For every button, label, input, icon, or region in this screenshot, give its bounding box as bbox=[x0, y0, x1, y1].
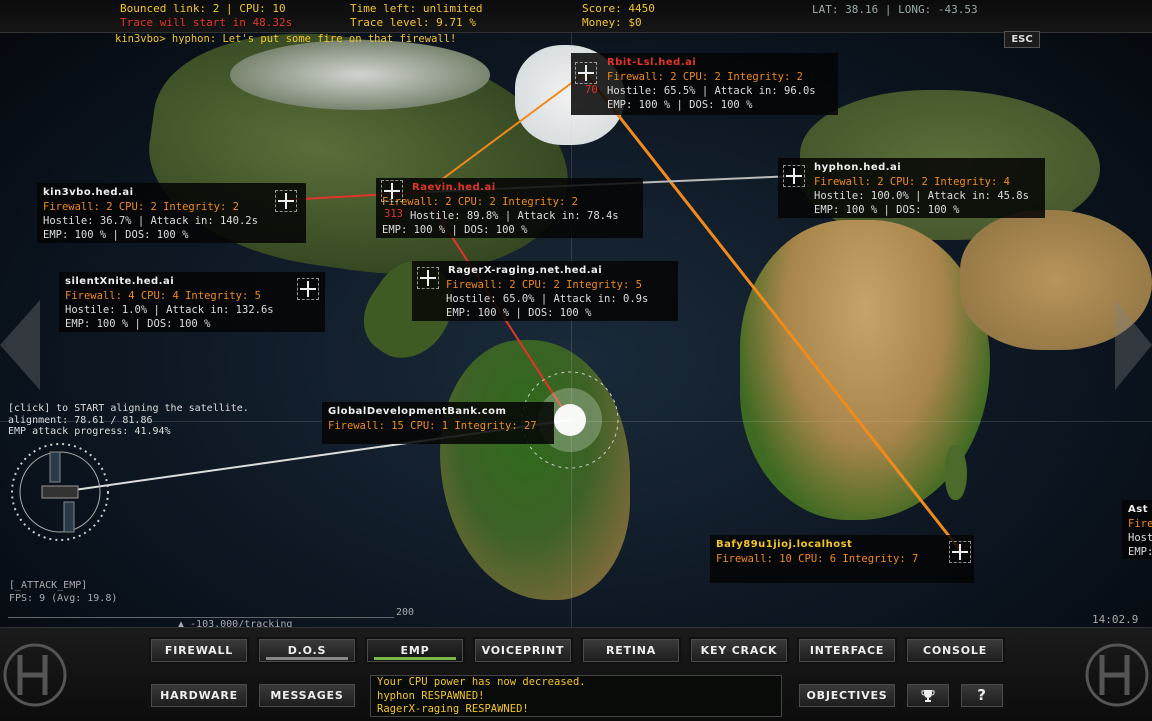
target-crosshair-icon[interactable] bbox=[297, 278, 319, 300]
node-name: RagerX-raging.net.hed.ai bbox=[448, 265, 603, 276]
fps-graph-max: 200 bbox=[396, 607, 415, 618]
node-rbit[interactable]: Rbit-Lsl.hed.ai Firewall: 2 CPU: 2 Integ… bbox=[571, 53, 838, 115]
target-crosshair-icon[interactable] bbox=[783, 165, 805, 187]
trophy-icon bbox=[921, 690, 935, 702]
firewall-button[interactable]: FIREWALL bbox=[151, 639, 247, 662]
node-hostile: Hostile: 100.0% | Attack in: 45.8s bbox=[814, 190, 1029, 202]
game-logo-icon bbox=[1085, 643, 1149, 707]
top-status-bar: Bounced link: 2 | CPU: 10 Trace will sta… bbox=[0, 0, 1152, 33]
satellite-dish-icon[interactable] bbox=[12, 444, 108, 540]
node-name: Ast bbox=[1128, 504, 1148, 515]
node-stats: Firewall: 15 CPU: 1 Integrity: 27 bbox=[328, 420, 537, 432]
node-name: kin3vbo.hed.ai bbox=[43, 187, 134, 198]
help-button[interactable]: ? bbox=[961, 684, 1003, 707]
target-crosshair-icon[interactable] bbox=[381, 180, 403, 202]
esc-button[interactable]: ESC bbox=[1004, 31, 1040, 48]
node-hyphon[interactable]: hyphon.hed.ai Firewall: 2 CPU: 2 Integri… bbox=[778, 158, 1045, 218]
node-kin3vbo[interactable]: kin3vbo.hed.ai Firewall: 2 CPU: 2 Integr… bbox=[37, 183, 306, 243]
satellite-status: [click] to START aligning the satellite.… bbox=[8, 403, 249, 438]
node-emp-dos: EMP: 100 % | DOS: 100 % bbox=[446, 307, 592, 319]
key-crack-button[interactable]: KEY CRACK bbox=[691, 639, 787, 662]
target-crosshair-icon[interactable] bbox=[275, 190, 297, 212]
console-button[interactable]: CONSOLE bbox=[907, 639, 1003, 662]
node-stats: Firewall: 2 CPU: 2 Integrity: 2 bbox=[43, 201, 239, 213]
dos-button[interactable]: D.O.S bbox=[259, 639, 355, 662]
node-stats: Fire bbox=[1128, 518, 1152, 530]
score: Score: 4450 bbox=[582, 2, 655, 15]
target-crosshair-icon[interactable] bbox=[949, 541, 971, 563]
node-raevin[interactable]: Raevin.hed.ai Firewall: 2 CPU: 2 Integri… bbox=[376, 178, 643, 238]
node-global-development-bank[interactable]: GlobalDevelopmentBank.com Firewall: 15 C… bbox=[322, 402, 554, 444]
node-emp-dos: EMP: 100 % | DOS: 100 % bbox=[814, 204, 960, 216]
trace-level: Trace level: 9.71 % bbox=[350, 16, 476, 29]
fps-graph-baseline bbox=[8, 617, 394, 618]
retina-button[interactable]: RETINA bbox=[583, 639, 679, 662]
messages-button[interactable]: MESSAGES bbox=[259, 684, 355, 707]
chat-line: kin3vbo> hyphon: Let's put some fire on … bbox=[115, 33, 457, 45]
message-line: RagerX-raging RESPAWNED! bbox=[377, 703, 529, 715]
node-counter: 313 bbox=[384, 208, 403, 220]
satellite-alignment: alignment: 78.61 / 81.86 bbox=[8, 414, 153, 426]
node-name: hyphon.hed.ai bbox=[814, 162, 902, 173]
node-hostile: Hostile: 65.0% | Attack in: 0.9s bbox=[446, 293, 649, 305]
trophy-button[interactable] bbox=[907, 684, 949, 707]
node-emp-dos: EMP: bbox=[1128, 546, 1152, 558]
bounced-link-status: Bounced link: 2 | CPU: 10 bbox=[120, 2, 286, 15]
emp-progress: EMP attack progress: 41.94% bbox=[8, 426, 171, 437]
node-name: GlobalDevelopmentBank.com bbox=[328, 406, 507, 417]
interface-button[interactable]: INTERFACE bbox=[799, 639, 895, 662]
emp-button[interactable]: EMP bbox=[367, 639, 463, 662]
target-crosshair-icon[interactable] bbox=[575, 62, 597, 84]
node-emp-dos: EMP: 100 % | DOS: 100 % bbox=[382, 224, 528, 236]
node-hostile: Hostile: 1.0% | Attack in: 132.6s bbox=[65, 304, 274, 316]
node-stats: Firewall: 10 CPU: 6 Integrity: 7 bbox=[716, 553, 919, 565]
voiceprint-button[interactable]: VOICEPRINT bbox=[475, 639, 571, 662]
node-name: Bafy89u1jioj.localhost bbox=[716, 539, 853, 550]
target-crosshair-icon[interactable] bbox=[417, 267, 439, 289]
node-stats: Firewall: 4 CPU: 4 Integrity: 5 bbox=[65, 290, 261, 302]
node-stats: Firewall: 2 CPU: 2 Integrity: 2 bbox=[607, 71, 803, 83]
node-ragerx[interactable]: RagerX-raging.net.hed.ai Firewall: 2 CPU… bbox=[412, 261, 678, 321]
node-stats: Firewall: 2 CPU: 2 Integrity: 4 bbox=[814, 176, 1010, 188]
node-ast-partial[interactable]: Ast Fire Host EMP: bbox=[1122, 500, 1152, 559]
node-emp-dos: EMP: 100 % | DOS: 100 % bbox=[607, 99, 753, 111]
game-clock: 14:02.9 bbox=[1092, 613, 1139, 626]
trace-start-countdown: Trace will start in 48.32s bbox=[120, 16, 293, 29]
node-name: silentXnite.hed.ai bbox=[65, 276, 175, 287]
node-hostile: Hostile: 89.8% | Attack in: 78.4s bbox=[410, 210, 619, 222]
attack-mode-label: [_ATTACK_EMP] bbox=[9, 580, 88, 591]
satellite-instruction: [click] to START aligning the satellite. bbox=[8, 403, 249, 414]
node-bafy-localhost[interactable]: Bafy89u1jioj.localhost Firewall: 10 CPU:… bbox=[710, 535, 974, 583]
node-hostile: Hostile: 36.7% | Attack in: 140.2s bbox=[43, 215, 258, 227]
node-hostile: Host bbox=[1128, 532, 1152, 544]
fps-counter: FPS: 9 (Avg: 19.8) bbox=[9, 593, 118, 604]
message-line: hyphon RESPAWNED! bbox=[377, 689, 485, 702]
message-log: Your CPU power has now decreased. hyphon… bbox=[370, 675, 782, 717]
emp-button-label: EMP bbox=[400, 644, 430, 657]
dos-progress-bar bbox=[266, 657, 348, 660]
game-logo-icon bbox=[3, 643, 67, 707]
node-stats: Firewall: 2 CPU: 2 Integrity: 5 bbox=[446, 279, 642, 291]
node-hostile: Hostile: 65.5% | Attack in: 96.0s bbox=[607, 85, 816, 97]
coordinates-readout: LAT: 38.16 | LONG: -43.53 bbox=[812, 3, 978, 16]
time-left: Time left: unlimited bbox=[350, 2, 483, 15]
objectives-button[interactable]: OBJECTIVES bbox=[799, 684, 895, 707]
map-scroll-right-arrow-icon[interactable] bbox=[1115, 300, 1152, 390]
message-line: Your CPU power has now decreased. bbox=[377, 676, 586, 688]
emp-progress-bar bbox=[374, 657, 456, 660]
node-counter: 70 bbox=[585, 84, 598, 96]
node-name: Rbit-Lsl.hed.ai bbox=[607, 57, 697, 68]
node-emp-dos: EMP: 100 % | DOS: 100 % bbox=[65, 318, 211, 330]
node-silentxnite[interactable]: silentXnite.hed.ai Firewall: 4 CPU: 4 In… bbox=[59, 272, 325, 332]
node-emp-dos: EMP: 100 % | DOS: 100 % bbox=[43, 229, 189, 241]
money: Money: $0 bbox=[582, 16, 642, 29]
map-scroll-left-arrow-icon[interactable] bbox=[0, 300, 40, 390]
node-name: Raevin.hed.ai bbox=[412, 182, 496, 193]
dos-button-label: D.O.S bbox=[287, 644, 327, 657]
hardware-button[interactable]: HARDWARE bbox=[151, 684, 247, 707]
node-stats: Firewall: 2 CPU: 2 Integrity: 2 bbox=[382, 196, 578, 208]
